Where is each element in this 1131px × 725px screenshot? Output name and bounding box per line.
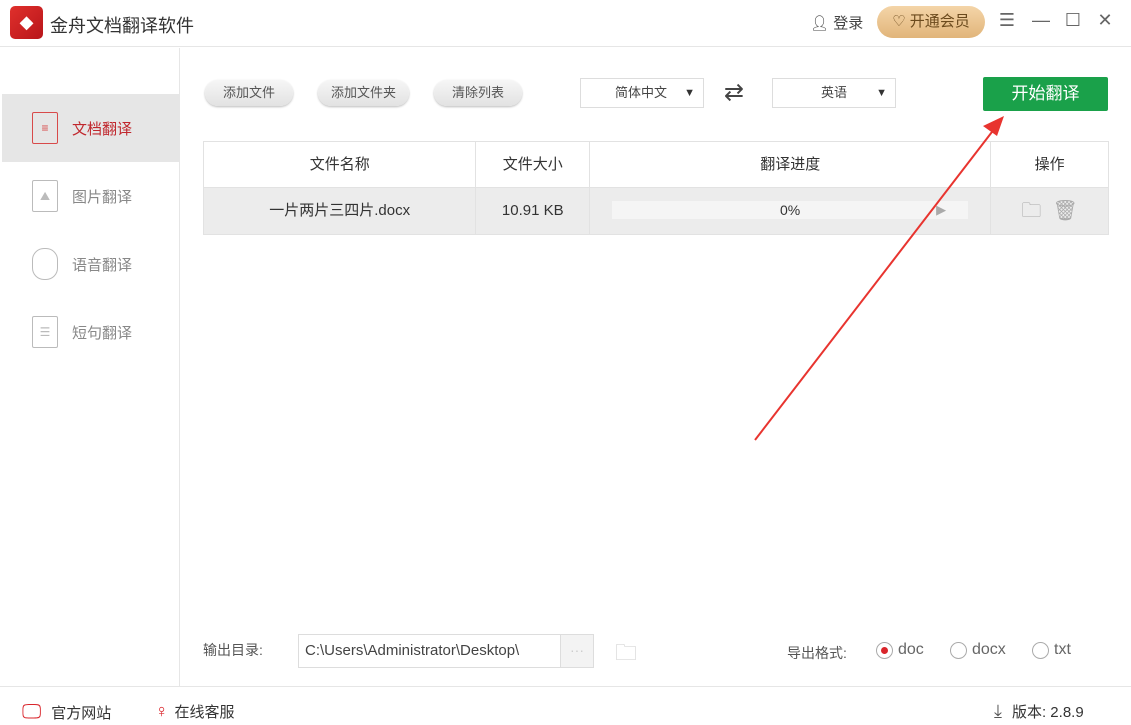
format-radio-txt[interactable]: txt xyxy=(1032,641,1071,659)
format-radio-doc[interactable]: doc xyxy=(876,641,924,659)
radio-label: doc xyxy=(898,641,924,658)
version-label: 版本: 2.8.9 xyxy=(1011,704,1084,721)
radio-icon xyxy=(1032,641,1049,659)
download-icon: ⤓ xyxy=(994,701,1002,721)
radio-label: txt xyxy=(1054,641,1071,658)
support-icon: ♀ xyxy=(155,701,169,721)
website-label: 官方网站 xyxy=(51,705,112,722)
output-path-input[interactable]: C:\Users\Administrator\Desktop\ xyxy=(298,634,594,668)
radio-label: docx xyxy=(972,641,1006,658)
monitor-icon: 🖵︎ xyxy=(22,701,42,723)
support-label: 在线客服 xyxy=(174,704,235,721)
online-support-link[interactable]: ♀ 在线客服 xyxy=(155,701,235,722)
open-output-folder-icon[interactable]: 🗀︎ xyxy=(615,636,637,674)
format-label: 导出格式: xyxy=(787,645,847,661)
browse-button[interactable]: ··· xyxy=(560,635,593,667)
version-info[interactable]: ⤓ 版本: 2.8.9 xyxy=(994,701,1084,722)
radio-icon xyxy=(950,641,967,659)
output-dir-label: 输出目录: xyxy=(203,642,263,658)
arrow-head xyxy=(983,116,1004,136)
format-radio-docx[interactable]: docx xyxy=(950,641,1006,659)
radio-icon xyxy=(876,641,893,659)
annotation-arrow xyxy=(754,116,1004,441)
arrow-line xyxy=(754,127,996,441)
official-website-link[interactable]: 🖵︎ 官方网站 xyxy=(22,701,111,724)
